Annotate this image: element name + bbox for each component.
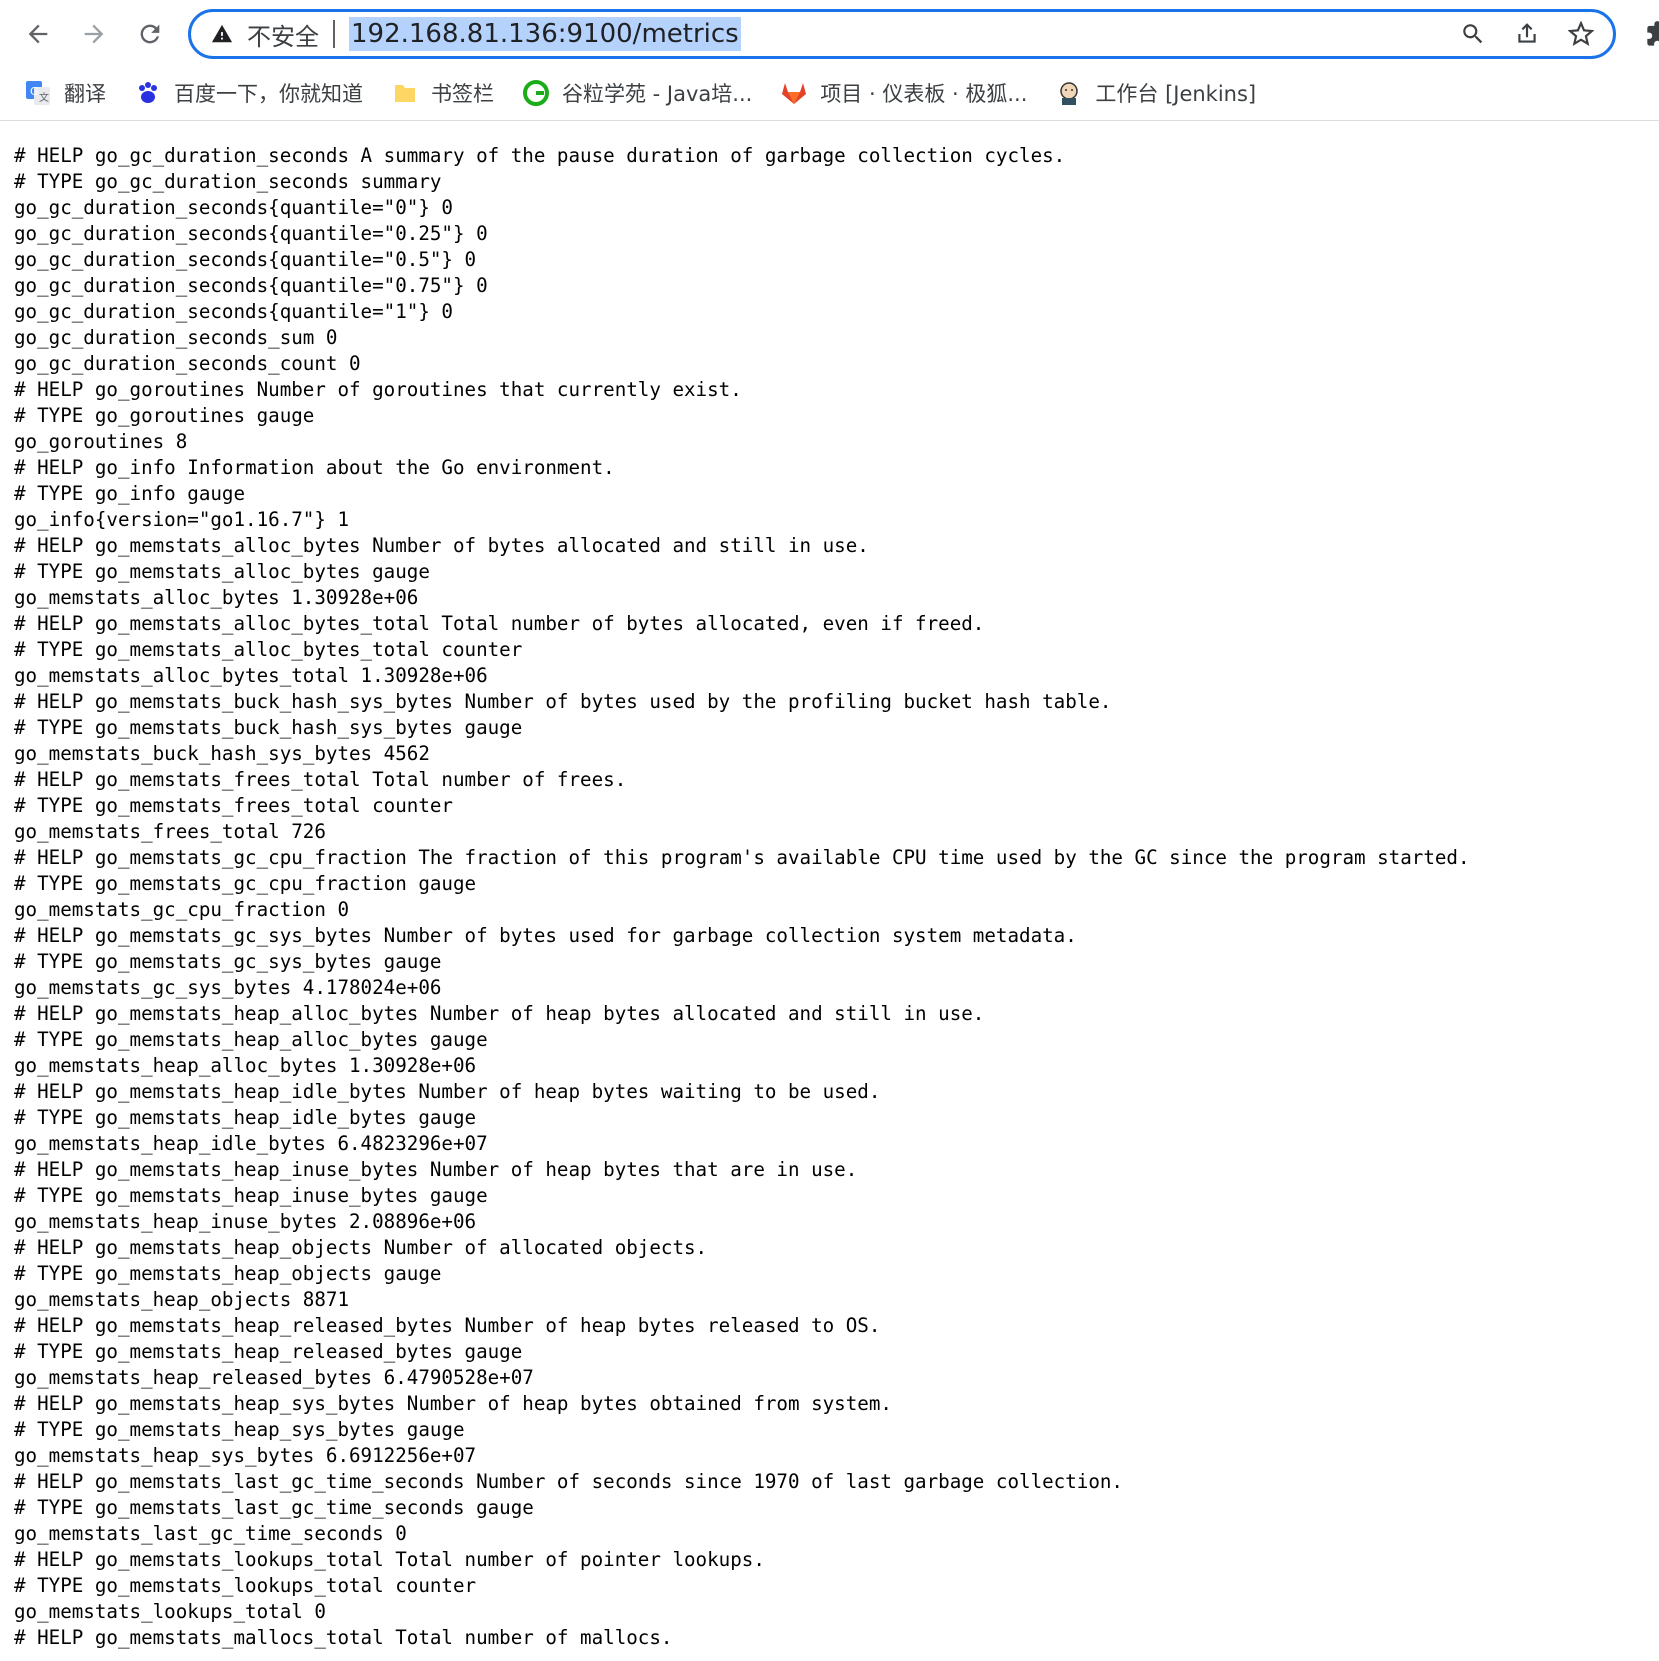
metrics-line: # TYPE go_memstats_buck_hash_sys_bytes g…: [14, 716, 523, 739]
arrow-left-icon: [28, 24, 48, 44]
metrics-line: go_gc_duration_seconds_sum 0: [14, 326, 338, 349]
address-actions: [1455, 16, 1599, 52]
metrics-line: # TYPE go_memstats_heap_inuse_bytes gaug…: [14, 1184, 488, 1207]
metrics-line: go_memstats_heap_objects 8871: [14, 1288, 350, 1311]
metrics-line: # HELP go_memstats_heap_inuse_bytes Numb…: [14, 1158, 858, 1181]
svg-text:文: 文: [39, 91, 49, 104]
share-icon[interactable]: [1509, 16, 1545, 52]
metrics-line: # TYPE go_memstats_lookups_total counter: [14, 1574, 477, 1597]
metrics-line: # TYPE go_memstats_alloc_bytes_total cou…: [14, 638, 523, 661]
reload-button[interactable]: [128, 12, 172, 56]
metrics-line: go_gc_duration_seconds{quantile="0"} 0: [14, 196, 453, 219]
search-icon[interactable]: [1455, 16, 1491, 52]
metrics-line: # TYPE go_info gauge: [14, 482, 246, 505]
metrics-line: # TYPE go_memstats_frees_total counter: [14, 794, 453, 817]
metrics-line: go_memstats_frees_total 726: [14, 820, 326, 843]
baidu-paw-icon: [134, 79, 162, 107]
metrics-line: # HELP go_memstats_lookups_total Total n…: [14, 1548, 765, 1571]
url-text[interactable]: 192.168.81.136:9100/metrics: [349, 17, 741, 51]
metrics-line: # HELP go_goroutines Number of goroutine…: [14, 378, 742, 401]
metrics-line: # HELP go_memstats_heap_sys_bytes Number…: [14, 1392, 892, 1415]
metrics-line: go_gc_duration_seconds{quantile="0.25"} …: [14, 222, 488, 245]
metrics-line: # TYPE go_gc_duration_seconds summary: [14, 170, 442, 193]
guli-logo-icon: [522, 79, 550, 107]
metrics-line: # HELP go_memstats_gc_sys_bytes Number o…: [14, 924, 1077, 947]
bookmark-label: 谷粒学苑 - Java培...: [562, 82, 753, 106]
bookmark-label: 工作台 [Jenkins]: [1095, 82, 1257, 106]
browser-toolbar: 不安全 192.168.81.136:9100/metrics: [0, 0, 1659, 66]
security-label[interactable]: 不安全: [247, 17, 319, 52]
metrics-line: go_memstats_heap_released_bytes 6.479052…: [14, 1366, 534, 1389]
page-content: # HELP go_gc_duration_seconds A summary …: [0, 121, 1659, 1651]
google-translate-icon: G文: [24, 79, 52, 107]
bookmark-label: 书签栏: [431, 82, 494, 106]
metrics-line: # TYPE go_memstats_gc_sys_bytes gauge: [14, 950, 442, 973]
back-button[interactable]: [16, 12, 60, 56]
metrics-line: # TYPE go_memstats_heap_objects gauge: [14, 1262, 442, 1285]
reload-icon: [140, 24, 160, 44]
star-icon[interactable]: [1563, 16, 1599, 52]
metrics-line: # HELP go_memstats_buck_hash_sys_bytes N…: [14, 690, 1112, 713]
metrics-line: # HELP go_memstats_heap_idle_bytes Numbe…: [14, 1080, 881, 1103]
metrics-line: # TYPE go_memstats_heap_sys_bytes gauge: [14, 1418, 465, 1441]
metrics-line: # HELP go_gc_duration_seconds A summary …: [14, 144, 1066, 167]
gitlab-fox-icon: [780, 79, 808, 107]
metrics-line: go_goroutines 8: [14, 430, 188, 453]
metrics-line: # HELP go_info Information about the Go …: [14, 456, 615, 479]
metrics-line: # TYPE go_memstats_last_gc_time_seconds …: [14, 1496, 534, 1519]
metrics-line: go_memstats_last_gc_time_seconds 0: [14, 1522, 407, 1545]
puzzle-icon[interactable]: [1645, 20, 1659, 48]
metrics-line: # TYPE go_goroutines gauge: [14, 404, 315, 427]
metrics-line: go_gc_duration_seconds_count 0: [14, 352, 361, 375]
metrics-line: # HELP go_memstats_alloc_bytes_total Tot…: [14, 612, 985, 635]
metrics-line: go_memstats_heap_inuse_bytes 2.08896e+06: [14, 1210, 477, 1233]
bookmark-label: 翻译: [64, 82, 106, 106]
metrics-line: # HELP go_memstats_heap_objects Number o…: [14, 1236, 708, 1259]
metrics-line: go_memstats_heap_idle_bytes 6.4823296e+0…: [14, 1132, 488, 1155]
bookmark-label: 百度一下，你就知道: [174, 82, 363, 106]
svg-text:G: G: [30, 85, 39, 98]
metrics-line: go_memstats_buck_hash_sys_bytes 4562: [14, 742, 430, 765]
metrics-line: go_gc_duration_seconds{quantile="0.75"} …: [14, 274, 488, 297]
metrics-line: go_memstats_lookups_total 0: [14, 1600, 326, 1623]
bookmark-gitlab[interactable]: 项目 · 仪表板 · 极狐...: [780, 78, 1027, 108]
metrics-line: go_memstats_gc_sys_bytes 4.178024e+06: [14, 976, 442, 999]
bookmark-guli[interactable]: 谷粒学苑 - Java培...: [522, 78, 752, 108]
metrics-line: go_memstats_alloc_bytes_total 1.30928e+0…: [14, 664, 488, 687]
address-bar[interactable]: 不安全 192.168.81.136:9100/metrics: [188, 9, 1616, 59]
metrics-line: # TYPE go_memstats_heap_idle_bytes gauge: [14, 1106, 477, 1129]
metrics-line: go_memstats_alloc_bytes 1.30928e+06: [14, 586, 419, 609]
address-separator: [333, 20, 335, 48]
folder-icon: [391, 79, 419, 107]
warning-triangle-icon[interactable]: [209, 21, 235, 47]
metrics-line: go_memstats_heap_alloc_bytes 1.30928e+06: [14, 1054, 477, 1077]
bookmark-folder[interactable]: 书签栏: [391, 78, 494, 108]
metrics-line: # TYPE go_memstats_alloc_bytes gauge: [14, 560, 430, 583]
arrow-right-icon: [84, 24, 104, 44]
forward-button[interactable]: [72, 12, 116, 56]
bookmark-label: 项目 · 仪表板 · 极狐...: [820, 82, 1028, 106]
metrics-text: # HELP go_gc_duration_seconds A summary …: [14, 143, 1659, 1651]
metrics-line: go_gc_duration_seconds{quantile="0.5"} 0: [14, 248, 477, 271]
jenkins-icon: [1055, 79, 1083, 107]
bookmarks-bar: G文 翻译 百度一下，你就知道 书签栏 谷粒学苑 - Java培... 项目 ·…: [0, 66, 1659, 121]
metrics-line: # HELP go_memstats_mallocs_total Total n…: [14, 1626, 673, 1649]
metrics-line: # HELP go_memstats_heap_alloc_bytes Numb…: [14, 1002, 985, 1025]
bookmark-translate[interactable]: G文 翻译: [24, 78, 106, 108]
metrics-line: # HELP go_memstats_alloc_bytes Number of…: [14, 534, 869, 557]
metrics-line: go_gc_duration_seconds{quantile="1"} 0: [14, 300, 453, 323]
metrics-line: go_info{version="go1.16.7"} 1: [14, 508, 350, 531]
metrics-line: # TYPE go_memstats_gc_cpu_fraction gauge: [14, 872, 477, 895]
metrics-line: # HELP go_memstats_heap_released_bytes N…: [14, 1314, 881, 1337]
bookmark-baidu[interactable]: 百度一下，你就知道: [134, 78, 363, 108]
metrics-line: # HELP go_memstats_gc_cpu_fraction The f…: [14, 846, 1470, 869]
metrics-line: go_memstats_gc_cpu_fraction 0: [14, 898, 350, 921]
metrics-line: # HELP go_memstats_frees_total Total num…: [14, 768, 627, 791]
metrics-line: # HELP go_memstats_last_gc_time_seconds …: [14, 1470, 1123, 1493]
metrics-line: # TYPE go_memstats_heap_alloc_bytes gaug…: [14, 1028, 488, 1051]
metrics-line: # TYPE go_memstats_heap_released_bytes g…: [14, 1340, 523, 1363]
bookmark-jenkins[interactable]: 工作台 [Jenkins]: [1055, 78, 1256, 108]
metrics-line: go_memstats_heap_sys_bytes 6.6912256e+07: [14, 1444, 477, 1467]
